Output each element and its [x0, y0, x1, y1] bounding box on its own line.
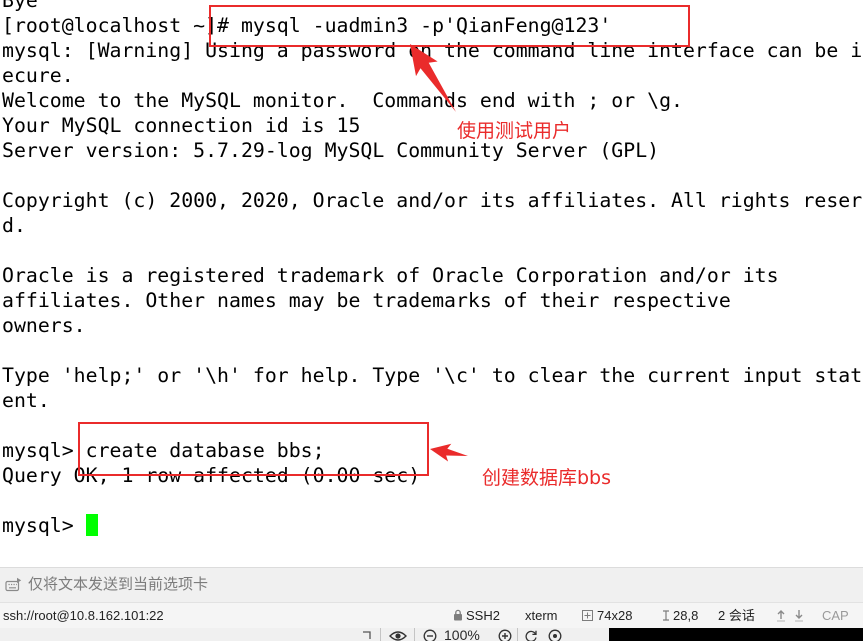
toolbar-divider [414, 628, 415, 641]
session-count-label: 2 会话 [718, 608, 755, 623]
send-text-bar[interactable]: 仅将文本发送到当前选项卡 [0, 567, 863, 602]
annotation-label-login: 使用测试用户 [457, 120, 572, 142]
terminal-line: Copyright (c) 2000, 2020, Oracle and/or … [2, 188, 863, 212]
status-bar: ssh://root@10.8.162.101:22 SSH2 xterm 74… [0, 602, 863, 628]
arrow-up-icon [777, 610, 785, 622]
terminal-line: ecure. [2, 63, 74, 87]
annotation-box-login-command [209, 5, 690, 47]
terminal-line: Server version: 5.7.29-log MySQL Communi… [2, 138, 660, 162]
eye-icon[interactable] [389, 629, 407, 641]
connection-address: ssh://root@10.8.162.101:22 [3, 608, 164, 623]
terminal-line: d. [2, 213, 26, 237]
annotation-label-create-database: 创建数据库bbs [482, 467, 612, 489]
keyboard-send-icon[interactable] [5, 577, 22, 592]
send-target-label[interactable]: 仅将文本发送到当前选项卡 [28, 568, 208, 601]
terminal-line: Welcome to the MySQL monitor. Commands e… [2, 88, 683, 112]
mysql-prompt-line: mysql> [2, 513, 862, 538]
cursor-position-label: 28,8 [673, 608, 699, 623]
arrow-down-icon [795, 610, 803, 622]
zoom-out-icon[interactable] [423, 629, 437, 641]
toolbar-divider [517, 628, 518, 641]
terminal-type-label: xterm [525, 608, 558, 623]
mysql-prompt: mysql> [2, 513, 86, 537]
protocol-label: SSH2 [466, 608, 500, 623]
lock-icon [454, 609, 462, 621]
terminal-area[interactable]: Bye [root@localhost ~]# mysql -uadmin3 -… [0, 0, 863, 567]
terminal-line: affiliates. Other names may be trademark… [2, 288, 731, 312]
terminal-size-label: 74x28 [597, 608, 633, 623]
cursor-position-icon [663, 610, 669, 621]
caps-lock-indicator: CAP [822, 608, 849, 623]
annotation-box-create-database [78, 422, 429, 476]
resize-icon [582, 610, 593, 621]
terminal-line: Type 'help;' or '\h' for help. Type '\c'… [2, 363, 863, 387]
viewer-toolbar: 100% [0, 628, 863, 641]
fit-icon[interactable] [548, 629, 562, 641]
terminal-line: Oracle is a registered trademark of Orac… [2, 263, 779, 287]
terminal-line: ent. [2, 388, 50, 412]
terminal-cursor [85, 513, 98, 536]
grip-icon[interactable] [362, 630, 372, 641]
terminal-line: Your MySQL connection id is 15 [2, 113, 361, 137]
rotate-icon[interactable] [524, 629, 538, 641]
zoom-in-icon[interactable] [498, 629, 512, 641]
toolbar-divider [380, 628, 381, 641]
zoom-level[interactable]: 100% [444, 628, 480, 641]
terminal-line: owners. [2, 313, 86, 337]
dark-window-region [609, 628, 863, 641]
